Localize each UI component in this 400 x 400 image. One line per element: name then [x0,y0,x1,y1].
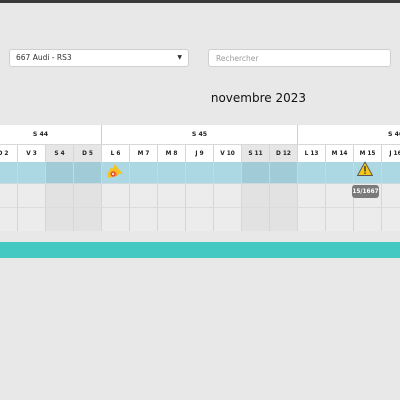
day-cell[interactable] [185,208,213,231]
top-bar [0,0,400,3]
day-cell[interactable] [325,184,353,207]
day-cell[interactable] [185,184,213,207]
day-cell[interactable] [241,184,269,207]
week-header-s45: S 45 [101,125,297,144]
week-header-row: S 44 S 45 S 46 [0,125,400,144]
day-header: D 12 [269,145,297,163]
teal-status-bar [0,242,400,258]
planning-grid: S 44 S 45 S 46 D 2 V 3 S 4 D 5 L 6 M 7 M… [0,125,400,231]
day-cell[interactable] [17,162,45,183]
chevron-down-icon: ▼ [177,54,182,61]
day-cell[interactable] [17,184,45,207]
day-header: J 9 [185,145,213,163]
day-header-row: D 2 V 3 S 4 D 5 L 6 M 7 M 8 J 9 V 10 S 1… [0,144,400,163]
month-title: novembre 2023 [210,91,306,105]
day-header: D 5 [73,145,101,163]
day-cell[interactable] [101,184,129,207]
day-cell[interactable] [17,208,45,231]
day-header: S 4 [45,145,73,163]
day-cell[interactable] [157,162,185,183]
day-cell[interactable] [381,184,400,207]
day-cell[interactable] [241,208,269,231]
day-cell[interactable] [269,162,297,183]
day-cell[interactable] [129,184,157,207]
day-cell[interactable] [213,208,241,231]
week-header-s46: S 46 [297,125,400,144]
day-cell[interactable] [381,162,400,183]
search-input[interactable] [208,49,391,67]
day-header: J 16 [381,145,400,163]
day-header: L 6 [101,145,129,163]
day-header: M 8 [157,145,185,163]
day-header: V 3 [17,145,45,163]
vehicle-select[interactable]: 667 Audi - RS3 ▼ [9,49,189,67]
day-header: M 7 [129,145,157,163]
day-cell[interactable] [185,162,213,183]
day-cell[interactable] [45,208,73,231]
day-cell[interactable] [73,162,101,183]
vehicle-row[interactable] [0,184,400,208]
event-badge: 15/1667 [352,185,379,198]
day-cell[interactable] [129,208,157,231]
vehicle-row[interactable] [0,208,400,231]
vehicle-select-value: 667 Audi - RS3 [16,53,72,62]
day-cell[interactable] [213,162,241,183]
day-header: M 14 [325,145,353,163]
day-header: D 2 [0,151,9,157]
day-cell[interactable] [129,162,157,183]
day-cell[interactable] [269,208,297,231]
day-cell[interactable] [297,162,325,183]
day-cell[interactable] [213,184,241,207]
day-cell[interactable] [73,208,101,231]
day-header: L 13 [297,145,325,163]
day-header: V 10 [213,145,241,163]
fire-icon[interactable] [105,162,125,180]
day-cell[interactable] [297,184,325,207]
day-cell[interactable] [157,184,185,207]
day-cell[interactable] [101,208,129,231]
day-cell[interactable] [157,208,185,231]
day-cell[interactable] [269,184,297,207]
day-cell[interactable] [45,184,73,207]
day-cell[interactable] [45,162,73,183]
day-cell[interactable] [325,208,353,231]
day-cell[interactable] [325,162,353,183]
day-header: S 11 [241,145,269,163]
week-header-s44: S 44 [32,131,49,138]
warning-icon[interactable] [357,161,373,177]
day-cell[interactable] [297,208,325,231]
day-cell[interactable] [353,208,381,231]
vehicle-row-selected[interactable] [0,162,400,184]
day-cell[interactable] [241,162,269,183]
day-cell[interactable] [381,208,400,231]
day-cell[interactable] [73,184,101,207]
